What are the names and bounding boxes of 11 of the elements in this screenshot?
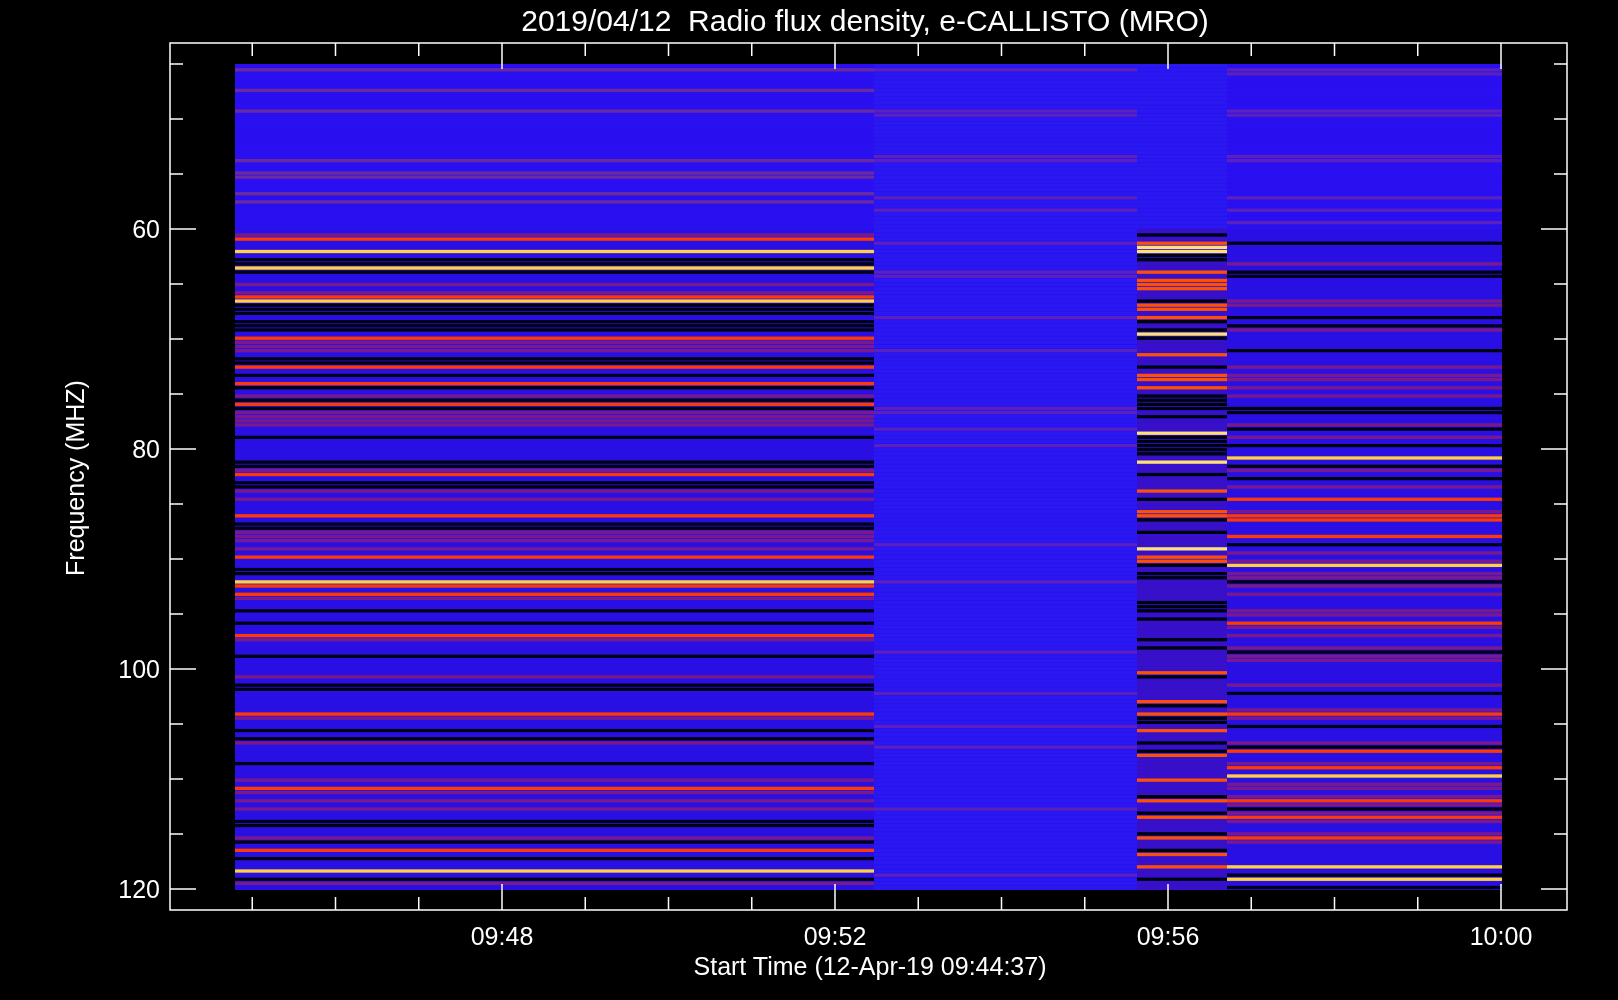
y-tick-label: 120 [118,875,160,903]
y-tick-label: 80 [132,435,160,463]
x-tick-label: 10:00 [1469,922,1533,950]
x-tick-label: 09:56 [1136,922,1200,950]
y-tick-label: 100 [118,655,160,683]
y-axis-label: Frequency (MHZ) [61,380,89,576]
x-tick-label: 09:52 [803,922,867,950]
x-tick-label: 09:48 [470,922,534,950]
y-tick-label: 60 [132,215,160,243]
x-axis-label: Start Time (12-Apr-19 09:44:37) [693,952,1047,980]
plot-title: 2019/04/12 Radio flux density, e-CALLISTO (MRO) [521,4,1209,37]
